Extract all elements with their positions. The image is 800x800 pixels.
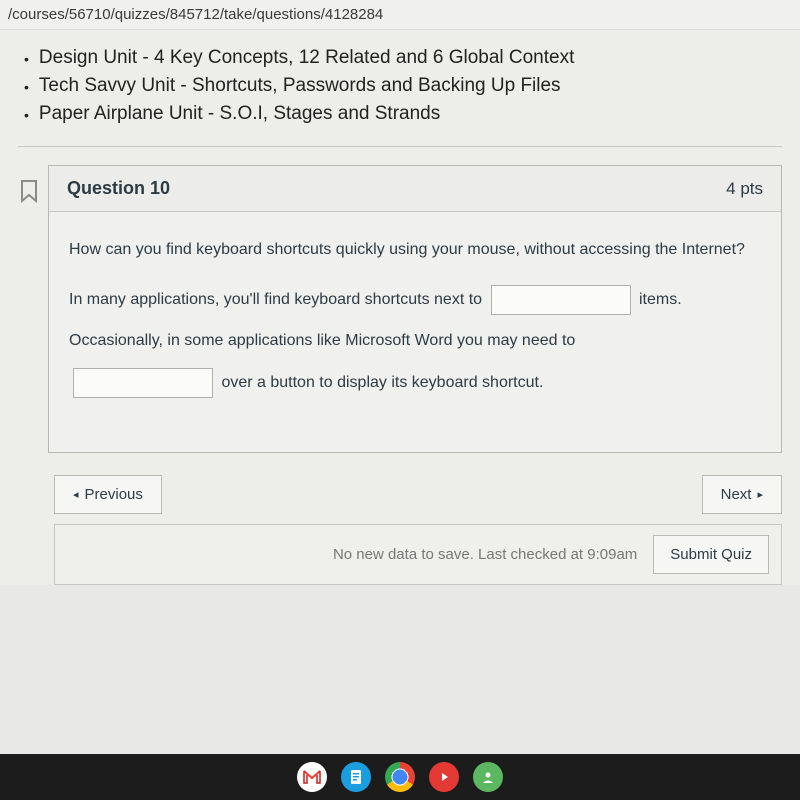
taskbar: [0, 754, 800, 800]
chevron-left-icon: ◂: [73, 488, 79, 501]
question-header: Question 10 4 pts: [49, 166, 781, 212]
app-icon[interactable]: [473, 762, 503, 792]
answer-text: In many applications, you'll find keyboa…: [69, 291, 482, 308]
chrome-icon[interactable]: [385, 762, 415, 792]
question-body: How can you find keyboard shortcuts quic…: [49, 212, 781, 452]
answer-line-2: Occasionally, in some applications like …: [69, 329, 761, 354]
submit-quiz-button[interactable]: Submit Quiz: [653, 535, 769, 574]
answer-text: Occasionally, in some applications like …: [69, 332, 575, 349]
answer-line-3: over a button to display its keyboard sh…: [69, 368, 761, 398]
question-title: Question 10: [67, 178, 170, 199]
blank-input-1[interactable]: [491, 285, 631, 315]
intro-item: Design Unit - 4 Key Concepts, 12 Related…: [18, 44, 782, 72]
next-button[interactable]: Next ▸: [702, 475, 782, 514]
answer-line-1: In many applications, you'll find keyboa…: [69, 285, 761, 315]
intro-list: Design Unit - 4 Key Concepts, 12 Related…: [18, 40, 782, 140]
gmail-icon[interactable]: [297, 762, 327, 792]
previous-button[interactable]: ◂ Previous: [54, 475, 162, 514]
answer-text: over a button to display its keyboard sh…: [221, 374, 543, 391]
next-label: Next: [721, 486, 752, 503]
submit-row: No new data to save. Last checked at 9:0…: [54, 524, 782, 585]
youtube-icon[interactable]: [429, 762, 459, 792]
save-status: No new data to save. Last checked at 9:0…: [333, 546, 637, 563]
chevron-right-icon: ▸: [757, 488, 763, 501]
blank-input-2[interactable]: [73, 368, 213, 398]
intro-item: Tech Savvy Unit - Shortcuts, Passwords a…: [18, 72, 782, 100]
url-bar[interactable]: /courses/56710/quizzes/845712/take/quest…: [0, 0, 800, 30]
quiz-content: Design Unit - 4 Key Concepts, 12 Related…: [0, 30, 800, 585]
question-card: Question 10 4 pts How can you find keybo…: [48, 165, 782, 453]
question-prompt: How can you find keyboard shortcuts quic…: [69, 238, 761, 263]
answer-text: items.: [639, 291, 682, 308]
previous-label: Previous: [85, 486, 143, 503]
bookmark-icon[interactable]: [18, 179, 40, 210]
question-points: 4 pts: [726, 179, 763, 199]
docs-icon[interactable]: [341, 762, 371, 792]
intro-item: Paper Airplane Unit - S.O.I, Stages and …: [18, 100, 782, 128]
divider: [18, 146, 782, 147]
nav-row: ◂ Previous Next ▸: [54, 475, 782, 514]
